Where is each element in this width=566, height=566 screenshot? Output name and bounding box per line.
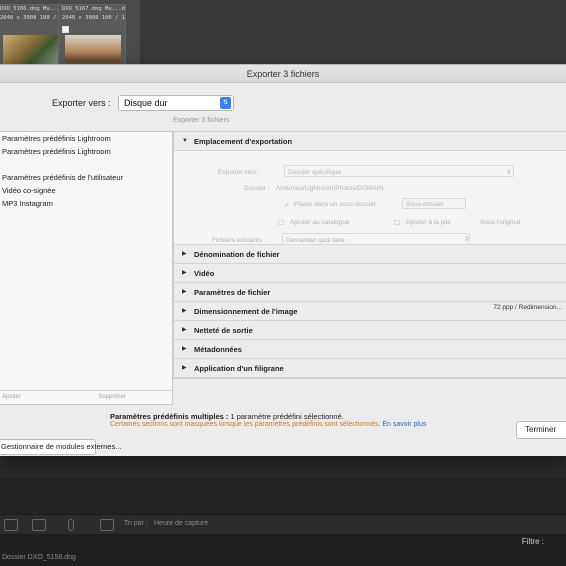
section-file-naming[interactable]: ▶ Dénomination de fichier	[174, 245, 566, 264]
filter-label[interactable]: Filtre :	[522, 537, 544, 546]
select-stepper-icon: ⇕	[506, 169, 512, 176]
disclosure-closed-icon: ▶	[182, 308, 187, 314]
section-label: Dimensionnement de l'image	[194, 307, 298, 316]
export-destination-row: Exporter vers : Disque dur ⇅	[0, 93, 566, 113]
disclosure-closed-icon: ▶	[182, 251, 187, 257]
toolbar: Tri par : Heure de capture	[0, 514, 566, 534]
section-label: Paramètres de fichier	[194, 288, 271, 297]
person-icon[interactable]	[68, 519, 74, 531]
disclosure-closed-icon: ▶	[182, 327, 187, 333]
warning-orange-text: Certaines sections sont masquées lorsque…	[110, 421, 381, 428]
section-image-sizing[interactable]: ▶ Dimensionnement de l'image 72 ppp / Re…	[174, 302, 566, 321]
grid-view-icon[interactable]	[4, 519, 18, 531]
section-label: Netteté de sortie	[194, 326, 253, 335]
warning-text: 1 paramètre prédéfini sélectionné.	[228, 412, 344, 421]
stack-position-select[interactable]: Sous l'original	[480, 219, 520, 226]
learn-more-link[interactable]: En savoir plus	[382, 421, 426, 428]
section-metadata[interactable]: ▶ Métadonnées	[174, 340, 566, 359]
hidden-sections-message: Certaines sections sont masquées lorsque…	[110, 421, 426, 428]
thumbnail-caption: 2048 x 3008 100 / 1135	[0, 15, 63, 21]
export-to-value: Disque dur	[124, 98, 168, 108]
export-to-label: Exporter vers :	[52, 98, 111, 108]
disclosure-closed-icon: ▶	[182, 365, 187, 371]
location-export-to-value: Dossier spécifique	[288, 169, 342, 176]
section-label: Métadonnées	[194, 345, 242, 354]
folder-path: /Volumes/Lightroom/Photos/DOMAIN	[276, 185, 384, 192]
section-label: Emplacement d'exportation	[194, 137, 293, 146]
subfolder-checkbox[interactable]: ✓	[284, 201, 289, 209]
grid-view: DXO_5166.dng Mu...dé 2048 x 3008 100 / 1…	[0, 0, 140, 72]
loupe-view-icon[interactable]	[32, 519, 46, 531]
filmstrip-path[interactable]: Dossier DXO_5158.dng	[2, 554, 76, 561]
thumbnail-cell[interactable]: DXO_5167.dng Mu...dé 2048 x 3008 100 / 1…	[58, 4, 126, 71]
thumbnail-caption: 2048 x 3008 100 / 1135	[62, 15, 125, 21]
section-output-sharpening[interactable]: ▶ Netteté de sortie	[174, 321, 566, 340]
multiple-presets-message: Paramètres prédéfinis multiples : 1 para…	[110, 412, 344, 421]
disclosure-closed-icon: ▶	[182, 289, 187, 295]
section-export-location[interactable]: ▼ Emplacement d'exportation	[174, 132, 566, 151]
preset-item[interactable]: Paramètres prédéfinis de l'utilisateur	[0, 171, 172, 184]
add-catalog-checkbox[interactable]: ☐	[278, 219, 284, 227]
subfolder-label: Placer dans un sous-dossier :	[294, 201, 380, 208]
add-stack-checkbox[interactable]: ☐	[394, 219, 400, 227]
existing-files-label: Fichiers existants :	[212, 237, 266, 244]
section-label: Application d'un filigrane	[194, 364, 284, 373]
plugin-manager-button[interactable]: Gestionnaire de modules externes...	[0, 439, 121, 455]
preset-item[interactable]: Paramètres prédéfinis Lightroom	[0, 145, 172, 158]
add-stack-label: Ajouter à la pile	[406, 219, 451, 226]
thumbnail-cell[interactable]: DXO_5166.dng Mu...dé 2048 x 3008 100 / 1…	[0, 4, 64, 71]
sort-select[interactable]: Heure de capture	[154, 520, 208, 527]
dialog-title: Exporter 3 fichiers	[0, 65, 566, 83]
settings-panel: ▼ Emplacement d'exportation Exporter ver…	[173, 131, 566, 379]
preset-item[interactable]: Paramètres prédéfinis Lightroom	[0, 132, 172, 145]
disclosure-closed-icon: ▶	[182, 270, 187, 276]
section-watermark[interactable]: ▶ Application d'un filigrane	[174, 359, 566, 378]
disclosure-closed-icon: ▶	[182, 346, 187, 352]
sort-direction-icon[interactable]	[100, 519, 114, 531]
export-location-body: Exporter vers : Dossier spécifique ⇕ Dos…	[174, 151, 566, 245]
add-preset-button[interactable]: Ajouter	[2, 394, 21, 400]
section-label: Dénomination de fichier	[194, 250, 280, 259]
thumbnail-caption: DXO_5166.dng Mu...dé	[0, 6, 63, 12]
select-stepper-icon: ⇅	[220, 97, 231, 109]
filmstrip-bar: Filtre : Dossier DXO_5158.dng	[0, 534, 566, 566]
preset-item[interactable]: MP3 Instagram	[0, 197, 172, 210]
preset-footer: Ajouter Supprimer	[0, 390, 172, 404]
add-catalog-label: Ajouter au catalogue	[290, 219, 350, 226]
section-video[interactable]: ▶ Vidéo	[174, 264, 566, 283]
checkbox[interactable]	[62, 26, 69, 33]
sort-label: Tri par :	[124, 520, 148, 527]
warning-bold-text: Paramètres prédéfinis multiples :	[110, 412, 229, 421]
disclosure-open-icon: ▼	[182, 138, 188, 144]
export-dialog: Exporter 3 fichiers Exporter vers : Disq…	[0, 64, 566, 456]
location-export-to-label: Exporter vers :	[218, 169, 261, 176]
preset-panel: Paramètres prédéfinis Lightroom Paramètr…	[0, 131, 173, 405]
export-to-select[interactable]: Disque dur ⇅	[118, 95, 234, 111]
section-summary: 72 ppp / Redimension...	[493, 304, 562, 311]
folder-label: Dossier :	[244, 185, 270, 192]
preset-item[interactable]: Vidéo co-signée	[0, 184, 172, 197]
dialog-subtitle: Exporter 3 fichiers	[173, 117, 230, 124]
remove-preset-button[interactable]: Supprimer	[98, 394, 126, 400]
existing-files-value: Demander quoi faire	[286, 237, 345, 244]
done-button[interactable]: Terminer	[516, 421, 566, 439]
select-stepper-icon: ⇕	[464, 236, 470, 243]
subfolder-value: Sous-dossier	[406, 201, 444, 208]
thumbnail-caption: DXO_5167.dng Mu...dé	[62, 6, 125, 12]
section-label: Vidéo	[194, 269, 215, 278]
